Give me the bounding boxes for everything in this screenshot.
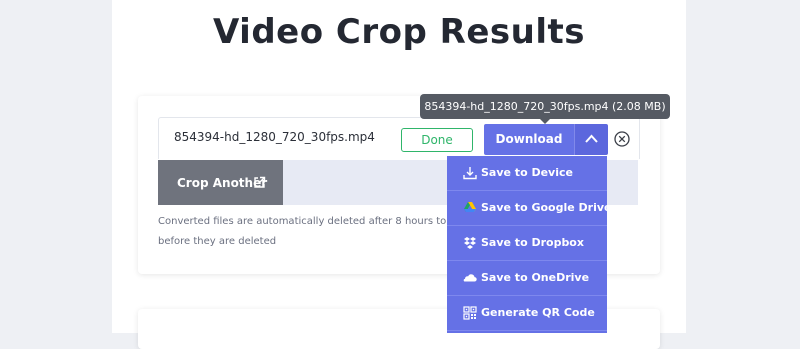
- google-drive-icon: [464, 202, 476, 212]
- menu-item-save-to-onedrive[interactable]: Save to OneDrive: [447, 261, 607, 296]
- download-dropdown-menu: Save to Device Save to Google Drive Save…: [447, 156, 612, 333]
- deletion-note: Converted files are automatically delete…: [158, 212, 458, 252]
- external-link-icon: [254, 176, 266, 188]
- menu-item-label: Generate QR Code: [481, 306, 595, 319]
- file-tooltip: 854394-hd_1280_720_30fps.mp4 (2.08 MB): [420, 94, 670, 119]
- menu-item-label: Save to Google Drive: [481, 201, 612, 214]
- menu-item-label: Save to Dropbox: [481, 236, 584, 249]
- status-badge: Done: [401, 128, 473, 152]
- crop-another-button[interactable]: Crop Another: [158, 160, 283, 205]
- deletion-note-line-1: Converted files are automatically delete…: [158, 216, 446, 227]
- menu-item-label: Save to OneDrive: [481, 271, 590, 284]
- download-options-toggle[interactable]: [574, 124, 608, 155]
- menu-item-save-to-dropbox[interactable]: Save to Dropbox: [447, 226, 607, 261]
- menu-item-save-to-google-drive[interactable]: Save to Google Drive: [447, 191, 612, 226]
- dropbox-icon: [464, 237, 476, 249]
- qr-code-icon: [463, 306, 477, 320]
- deletion-note-line-2: before they are deleted: [158, 236, 277, 247]
- file-name: 854394-hd_1280_720_30fps.mp4: [174, 130, 375, 144]
- onedrive-icon: [463, 274, 477, 282]
- remove-file-button[interactable]: [614, 131, 630, 147]
- close-circle-icon: [614, 131, 630, 147]
- menu-item-save-to-device[interactable]: Save to Device: [447, 156, 607, 191]
- menu-item-generate-qr-code[interactable]: Generate QR Code: [447, 296, 607, 331]
- menu-item-label: Save to Device: [481, 166, 573, 179]
- chevron-up-icon: [585, 134, 598, 143]
- download-icon: [463, 167, 477, 180]
- download-button[interactable]: Download: [484, 124, 574, 155]
- page-title: Video Crop Results: [212, 12, 586, 52]
- tooltip-arrow: [539, 118, 551, 124]
